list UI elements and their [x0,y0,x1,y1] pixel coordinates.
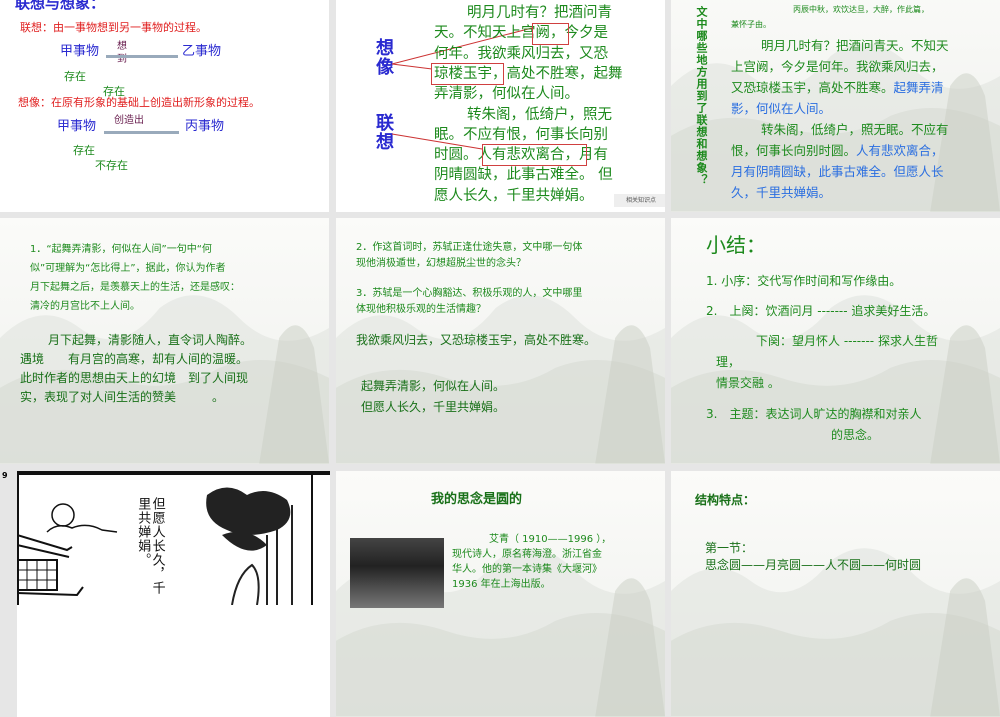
target-thing: 丙事物 [185,119,225,134]
slide-title: 联想与想象： [15,0,106,12]
highlight-box [532,23,569,45]
not-exist-label: 不存在 [95,159,128,172]
poem-line: 阴晴圆缺，此事古难全。 但 [434,167,613,184]
slide-thumbnail-5[interactable]: 2．作这首词时，苏轼正逢仕途失意，文中哪一句体 现他消极遁世，幻想超脱尘世的念头？… [336,218,665,464]
answer-line: 但愿人长久，千里共婵娟。 [361,400,506,414]
question-2: 2．作这首词时，苏轼正逢仕途失意，文中哪一句体 现他消极遁世，幻想超脱尘世的念头？ [356,240,582,272]
arrow-label: 想到 [117,41,127,65]
poem-text: 明月几时有？把酒问青天。不知天 上宫阙，今夕是何年。我欲乘风归去， 又恐琼楼玉宇… [731,35,991,203]
question-line: 月下起舞之后，是羡慕天上的生活，还是感叹： [30,282,240,293]
arrow-icon [104,131,179,134]
target-thing: 乙事物 [182,44,222,59]
poem-line: 愿人长久，千里共婵娟。 [434,187,594,204]
answer-line: 月下起舞，清影随人，直令词人陶醉。 [48,333,253,347]
question-1: 1．“起舞弄清影，何似在人间”一句中“何似”可理解为“怎比得上”，据此，你认为作… [30,240,240,316]
preface: 兼怀子由。 [731,20,771,29]
summary-item: 2. 上阕：饮酒问月 ------- 追求美好生活。 [706,304,936,318]
highlighted-line: 影，何似在人间。 [731,101,832,116]
summary-item: 理， [716,355,741,369]
source-thing: 甲事物 [60,44,100,59]
slide-thumbnail-1[interactable]: 联想与想象： 联想：由一事物想到另一事物的过程。 甲事物 想到 乙事物 存在 存… [0,0,329,212]
association-definition: 联想：由一事物想到另一事物的过程。 [20,21,207,34]
arrow-label: 创造出 [114,115,144,126]
slide-thumbnail-3[interactable]: 文中哪些地方用到了联想和想象？ 丙辰中秋，欢饮达旦，大醉，作此篇， 兼怀子由。 … [671,0,1000,212]
question-line: 体现他积极乐观的生活情趣？ [356,304,486,315]
exist-label: 存在 [73,144,95,157]
answer-line: 遇境 有月宫的高寒，却有人间的温暖。 [20,352,249,366]
poem-line: 眠。不应有恨，何事长向别 [434,126,608,143]
ink-illustration [17,475,313,605]
question-line: 2．作这首词时，苏轼正逢仕途失意，文中哪一句体 [356,242,583,253]
question-line: 3．苏轼是一个心胸豁达、积极乐观的人，文中哪里 [356,288,583,299]
question-line: 1．“起舞弄清影，何似在人间”一句中“何 [30,244,212,255]
highlighted-line: 月有阴晴圆缺，此事古难全。但愿人长 [731,164,944,179]
highlighted-line: 起舞弄清 [893,80,944,95]
bio-line: 现代诗人，原名蒋海澄。浙江省金 [452,549,602,560]
slide-number: 9 [2,471,8,480]
poem-line: 转朱阁，低绮户，照无 [467,106,612,123]
bio-line: 华人。他的第一本诗集《大堰河》 [452,564,602,575]
summary-item: 情景交融 。 [716,376,780,390]
bio-line: 艾青（ 1910——1996 ）， [489,534,612,545]
highlighted-line: 人有悲欢离合， [856,143,944,158]
answer-3: 起舞弄清影，何似在人间。 但愿人长久，千里共婵娟。 [361,376,505,418]
answer-1: 月下起舞，清影随人，直令词人陶醉。遇境 有月宫的高寒，却有人间的温暖。 此时作者的… [20,331,252,407]
question-line: 清冷的月宫比不上人间。 [30,301,140,312]
poem-line: 恨，何事长向别时圆。 [731,143,857,158]
arrow-icon [106,55,178,58]
side-question: 文中哪些地方用到了联想和想象？ [695,6,708,186]
poem-line: 明月几时有？把酒问青 [467,5,612,21]
preface: 丙辰中秋，欢饮达旦，大醉，作此篇， [793,5,929,14]
answer-line: 此时作者的思想由天上的幻境 到了人间现 [20,371,249,385]
author-photo [350,538,444,608]
question-line: 现他消极遁世，幻想超脱尘世的念头？ [356,258,526,269]
author-bio: 艾青（ 1910——1996 ）， 现代诗人，原名蒋海澄。浙江省金 华人。他的第一本… [452,532,611,592]
section-label: 第一节： [705,541,754,555]
highlighted-line: 久，千里共婵娟。 [731,185,832,200]
answer-line: 起舞弄清影，何似在人间。 [361,379,506,393]
structure-title: 结构特点： [695,493,756,507]
summary-item: 3. 主题：表达词人旷达的胸襟和对亲人 [706,407,922,421]
vertical-poem: 但愿人长久，千里共婵娟。 [135,497,165,595]
poem-line: 上宫阙，今夕是何年。我欲乘风归去， [731,59,944,74]
poem-line: 天。不知天上宫阙，今夕是 [434,25,608,42]
poem-line: 又恐琼楼玉宇，高处不胜寒。 [731,80,894,95]
question-3: 3．苏轼是一个心胸豁达、积极乐观的人，文中哪里 体现他积极乐观的生活情趣？ [356,286,582,318]
related-knowledge-badge[interactable]: 相关知识点 [614,194,665,207]
bio-line: 1936 年在上海出版。 [452,579,551,590]
slide-thumbnail-7[interactable]: 但愿人长久，千里共婵娟。 [17,471,330,717]
poem-line: 转朱阁，低绮户，照无眠。不应有 [761,122,949,137]
summary-item: 1. 小序：交代写作时间和写作缘由。 [706,274,902,288]
summary-item: 下阕：望月怀人 ------- 探求人生哲 [756,334,938,348]
answer-2: 我欲乘风归去，又恐琼楼玉宇，高处不胜寒。 [356,333,597,347]
badge-label: 相关知识点 [626,197,657,204]
highlight-box [431,63,504,85]
question-line: 似”可理解为“怎比得上”，据此，你认为作者 [30,263,226,274]
answer-line: 实，表现了对人间生活的赞美 。 [20,390,225,404]
summary-item: 的思念。 [831,428,880,442]
slide-thumbnail-8[interactable]: 我的思念是圆的 艾青（ 1910——1996 ）， 现代诗人，原名蒋海澄。浙江省金… [336,471,665,717]
slide-thumbnail-9[interactable]: 结构特点： 第一节： 思念圆——月亮圆——人不圆——何时圆 [671,471,1000,717]
poem-line: 明月几时有？把酒问青天。不知天 [761,38,949,53]
slide-thumbnail-6[interactable]: 小结： 1. 小序：交代写作时间和写作缘由。 2. 上阕：饮酒问月 ------… [671,218,1000,464]
slide-thumbnail-4[interactable]: 1．“起舞弄清影，何似在人间”一句中“何似”可理解为“怎比得上”，据此，你认为作… [0,218,329,464]
summary-title: 小结： [706,233,766,257]
highlight-box [482,144,587,166]
exist-label: 存在 [64,70,86,83]
slide-thumbnail-2[interactable]: 想像 联想 明月几时有？把酒问青 天。不知天上宫阙，今夕是 何年。我欲乘风归去，又恐… [336,0,665,212]
poem-title: 我的思念是圆的 [431,492,523,507]
poem-line: 何年。我欲乘风归去，又恐 [434,45,608,62]
source-thing: 甲事物 [57,119,97,134]
structure-line: 思念圆——月亮圆——人不圆——何时圆 [705,558,922,572]
imagination-definition: 想像：在原有形象的基础上创造出新形象的过程。 [18,96,260,109]
poem-line: 弄清影，何似在人间。 [434,86,579,103]
